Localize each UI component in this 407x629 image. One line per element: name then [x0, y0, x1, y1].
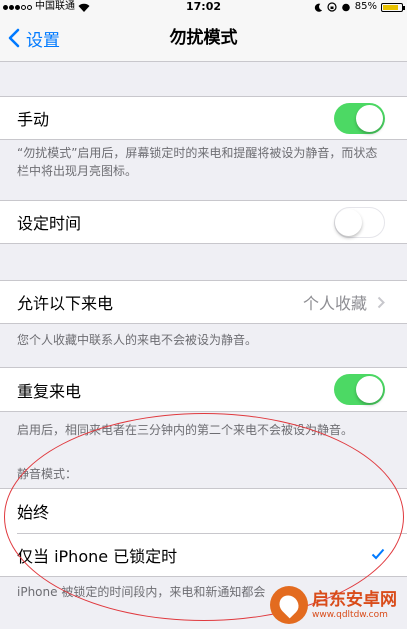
- watermark: 启东安卓网 www.qdltdw.com: [270, 586, 397, 624]
- battery-fill: [383, 4, 399, 10]
- manual-note: “勿扰模式”启用后，屏幕锁定时的来电和提醒将被设为静音，而状态栏中将出现月亮图标…: [17, 146, 378, 178]
- silence-option-locked[interactable]: 仅当 iPhone 已锁定时: [0, 533, 407, 577]
- manual-toggle[interactable]: [334, 103, 385, 134]
- status-bar: 中国联通 17:02 85%: [0, 0, 407, 14]
- watermark-text: 启东安卓网 www.qdltdw.com: [312, 590, 397, 621]
- toggle-knob: [356, 376, 383, 403]
- nav-bar: 设置 勿扰模式: [0, 14, 407, 62]
- status-right: 85%: [314, 0, 405, 14]
- watermark-url: www.qdltdw.com: [312, 609, 388, 620]
- repeated-calls-note: 启用后，相同来电者在三分钟内的第二个来电不会被设为静音。: [17, 423, 354, 437]
- moon-icon: [314, 3, 322, 12]
- scheduled-row: 设定时间: [0, 200, 407, 244]
- alarm-icon: [341, 3, 350, 12]
- allow-calls-note: 您个人收藏中联系人的来电不会被设为静音。: [17, 333, 258, 347]
- repeated-calls-label: 重复来电: [17, 381, 82, 401]
- battery-percent: 85%: [354, 1, 377, 12]
- repeated-calls-toggle[interactable]: [334, 374, 385, 405]
- silence-option-label: 始终: [17, 503, 50, 522]
- allow-calls-label: 允许以下来电: [17, 294, 114, 313]
- repeated-calls-row: 重复来电: [0, 367, 407, 412]
- watermark-logo-icon: [270, 586, 308, 624]
- orientation-lock-icon: [327, 2, 337, 12]
- scheduled-label: 设定时间: [17, 214, 82, 233]
- battery-icon: [381, 2, 405, 12]
- allow-calls-value: 个人收藏: [302, 294, 367, 313]
- manual-label: 手动: [17, 110, 50, 129]
- manual-row: 手动: [0, 96, 407, 140]
- chevron-right-icon: [377, 296, 385, 308]
- checkmark-icon: [371, 548, 385, 560]
- watermark-title: 启东安卓网: [312, 589, 397, 610]
- silence-group: 始终 仅当 iPhone 已锁定时: [0, 488, 407, 577]
- toggle-knob: [335, 208, 362, 236]
- silence-option-always[interactable]: 始终: [0, 489, 407, 533]
- silence-header: 静音模式：: [17, 467, 78, 481]
- allow-calls-detail: 个人收藏: [303, 281, 385, 323]
- page-title: 勿扰模式: [169, 28, 238, 48]
- allow-calls-row[interactable]: 允许以下来电 个人收藏: [0, 280, 407, 324]
- toggle-knob: [356, 105, 383, 132]
- scheduled-toggle[interactable]: [334, 207, 385, 238]
- silence-option-label: 仅当 iPhone 已锁定时: [17, 547, 178, 566]
